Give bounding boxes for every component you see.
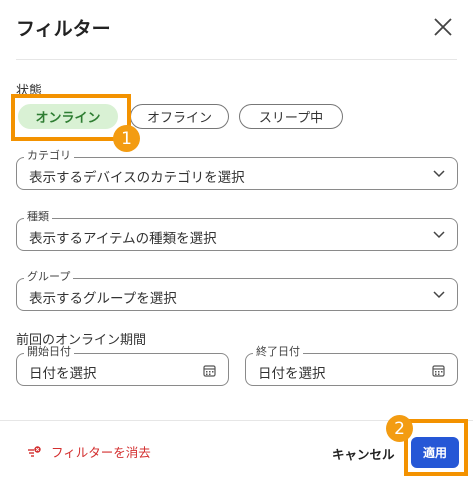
group-label: グループ <box>24 270 74 284</box>
dialog-title: フィルター <box>16 18 111 40</box>
kind-label: 種類 <box>24 210 52 224</box>
group-placeholder: 表示するグループを選択 <box>29 291 177 307</box>
end-date-field[interactable]: 終了日付 日付を選択 <box>245 345 458 386</box>
header-divider <box>16 59 457 60</box>
kind-placeholder: 表示するアイテムの種類を選択 <box>29 231 217 247</box>
highlight-box-2 <box>404 419 468 476</box>
category-placeholder: 表示するデバイスのカテゴリを選択 <box>29 170 245 186</box>
chevron-down-icon <box>433 291 445 299</box>
end-date-placeholder: 日付を選択 <box>258 366 326 382</box>
category-select[interactable]: カテゴリ 表示するデバイスのカテゴリを選択 <box>16 149 458 190</box>
chevron-down-icon <box>433 170 445 178</box>
filter-clear-icon <box>28 445 41 457</box>
start-date-label: 開始日付 <box>24 345 74 359</box>
step-badge-2: 2 <box>386 415 413 442</box>
calendar-icon[interactable] <box>203 364 216 377</box>
chip-sleep[interactable]: スリープ中 <box>239 104 343 129</box>
clear-filters-label: フィルターを消去 <box>51 445 151 460</box>
clear-filters-button[interactable]: フィルターを消去 <box>26 442 151 461</box>
group-select[interactable]: グループ 表示するグループを選択 <box>16 270 458 311</box>
chip-offline[interactable]: オフライン <box>130 104 229 129</box>
calendar-icon[interactable] <box>432 364 445 377</box>
chevron-down-icon <box>433 231 445 239</box>
start-date-field[interactable]: 開始日付 日付を選択 <box>16 345 229 386</box>
close-icon[interactable] <box>432 16 454 38</box>
kind-select[interactable]: 種類 表示するアイテムの種類を選択 <box>16 210 458 251</box>
cancel-button[interactable]: キャンセル <box>332 444 395 463</box>
start-date-placeholder: 日付を選択 <box>29 366 97 382</box>
end-date-label: 終了日付 <box>253 345 303 359</box>
step-badge-1: 1 <box>113 125 140 152</box>
category-label: カテゴリ <box>24 149 74 163</box>
